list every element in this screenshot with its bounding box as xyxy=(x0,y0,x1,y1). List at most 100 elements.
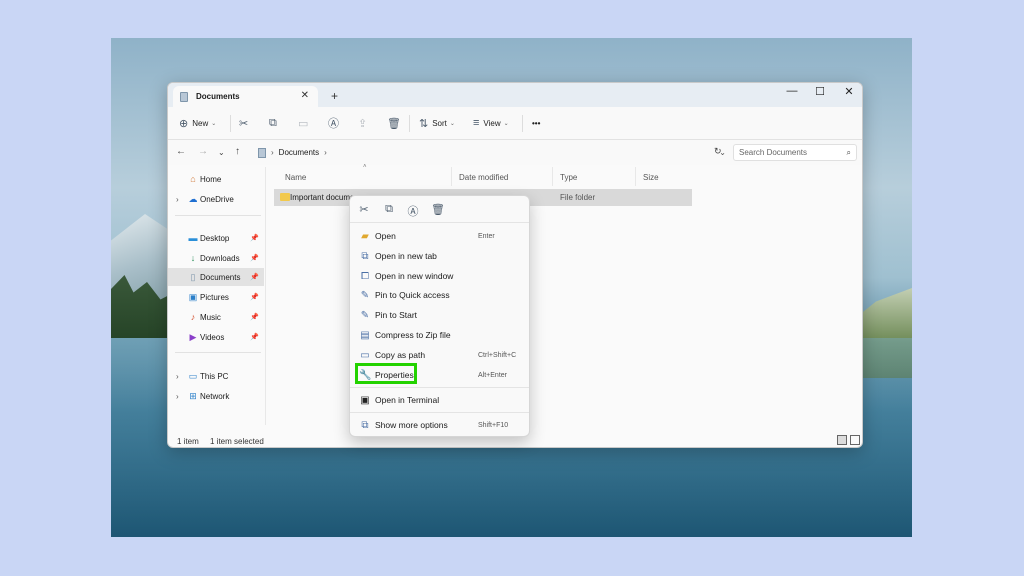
scissors-icon[interactable]: ✂ xyxy=(357,203,371,216)
menu-item-copy-path[interactable]: ▭ Copy as path Ctrl+Shift+C xyxy=(350,346,529,364)
row-name[interactable]: Important docume xyxy=(290,193,354,202)
search-input[interactable] xyxy=(739,148,843,157)
new-label: New xyxy=(192,119,208,128)
menu-divider xyxy=(350,412,529,413)
copy-button[interactable]: ⧉ xyxy=(269,115,277,131)
chevron-right-icon[interactable]: › xyxy=(176,392,179,401)
view-label: View xyxy=(483,119,500,128)
copy-path-icon: ▭ xyxy=(359,350,371,361)
delete-button[interactable]: 🗑 xyxy=(387,115,401,131)
sidebar-item-label: Pictures xyxy=(200,293,229,302)
up-arrow-icon[interactable]: ↑ xyxy=(235,146,240,157)
sidebar-item-music[interactable]: ♪ Music 📌 xyxy=(168,308,264,326)
zip-icon: ▤ xyxy=(359,330,371,341)
sidebar-item-this-pc[interactable]: › ▭ This PC xyxy=(168,367,264,385)
home-icon: ⌂ xyxy=(188,174,198,184)
pin-icon: ✎ xyxy=(359,290,371,301)
menu-item-pin-start[interactable]: ✎ Pin to Start xyxy=(350,306,529,324)
menu-item-pin-quick-access[interactable]: ✎ Pin to Quick access xyxy=(350,286,529,304)
sort-label: Sort xyxy=(432,119,447,128)
command-bar: ⊕ New ⌄ ✂ ⧉ ▭ Ⓐ ⇪ 🗑 ⇅ Sort ⌄ ≡ View ⌄ ••… xyxy=(168,107,862,140)
tiles-view-icon[interactable] xyxy=(850,435,860,445)
back-arrow-icon[interactable]: ← xyxy=(176,146,186,157)
menu-item-compress-zip[interactable]: ▤ Compress to Zip file xyxy=(350,326,529,344)
paste-button[interactable]: ▭ xyxy=(298,115,308,131)
column-header-date[interactable]: Date modified xyxy=(459,173,508,182)
sidebar-item-home[interactable]: ⌂ Home xyxy=(168,170,264,188)
tab-documents[interactable]: Documents ✕ xyxy=(173,86,318,107)
selection-count: 1 item selected xyxy=(210,437,264,446)
column-header-name[interactable]: Name xyxy=(285,173,306,182)
chevron-down-icon: ⌄ xyxy=(211,120,216,127)
maximize-button[interactable]: ☐ xyxy=(813,85,827,98)
search-box[interactable]: ⌕ xyxy=(733,144,857,161)
menu-item-label: Open in new tab xyxy=(375,251,437,261)
music-icon: ♪ xyxy=(188,312,198,322)
terminal-icon: ▣ xyxy=(359,395,371,406)
menu-item-label: Show more options xyxy=(375,420,448,430)
sidebar-item-network[interactable]: › ⊞ Network xyxy=(168,387,264,405)
menu-item-show-more-options[interactable]: ⧉ Show more options Shift+F10 xyxy=(350,416,529,434)
menu-item-open-new-tab[interactable]: ⧉ Open in new tab xyxy=(350,247,529,265)
rename-icon[interactable]: Ⓐ xyxy=(406,203,420,219)
more-options-button[interactable]: ••• xyxy=(532,115,540,131)
folder-icon xyxy=(280,193,290,201)
sidebar-item-documents[interactable]: ▯ Documents 📌 xyxy=(168,268,264,286)
document-icon xyxy=(180,92,188,102)
copy-icon[interactable]: ⧉ xyxy=(382,203,396,216)
forward-arrow-icon[interactable]: → xyxy=(198,146,208,157)
sidebar-item-label: Network xyxy=(200,392,229,401)
chevron-right-icon[interactable]: › xyxy=(176,372,179,381)
sidebar-item-pictures[interactable]: ▣ Pictures 📌 xyxy=(168,288,264,306)
sidebar-item-label: Videos xyxy=(200,333,224,342)
search-icon[interactable]: ⌕ xyxy=(847,148,851,158)
chevron-right-icon[interactable]: › xyxy=(176,195,179,204)
pin-icon: 📌 xyxy=(250,333,259,341)
navigation-pane: ⌂ Home › ☁ OneDrive ▬ Desktop 📌 ↓ Downlo… xyxy=(168,167,266,425)
trash-icon[interactable]: 🗑 xyxy=(431,203,445,216)
minimize-button[interactable]: — xyxy=(785,85,799,97)
address-bar[interactable]: › Documents › ⌄ xyxy=(254,144,718,161)
column-header-size[interactable]: Size xyxy=(643,173,659,182)
menu-item-open[interactable]: ▰ Open Enter xyxy=(350,227,529,245)
view-button[interactable]: ≡ View ⌄ xyxy=(473,115,509,131)
sort-icon: ⇅ xyxy=(419,117,428,130)
sidebar-item-videos[interactable]: ▶ Videos 📌 xyxy=(168,328,264,346)
breadcrumb[interactable]: Documents xyxy=(279,148,319,157)
recent-chevron-icon[interactable]: ⌄ xyxy=(218,148,225,157)
context-menu: ✂ ⧉ Ⓐ 🗑 ▰ Open Enter ⧉ Open in new tab ⧠… xyxy=(349,195,530,437)
download-icon: ↓ xyxy=(188,253,198,263)
rename-button[interactable]: Ⓐ xyxy=(328,115,339,131)
menu-item-label: Pin to Start xyxy=(375,310,417,320)
toolbar-divider xyxy=(522,115,523,132)
sidebar-item-downloads[interactable]: ↓ Downloads 📌 xyxy=(168,249,264,267)
new-tab-button[interactable]: + xyxy=(331,89,338,103)
trash-icon: 🗑 xyxy=(387,117,401,130)
column-divider xyxy=(635,167,636,186)
pin-icon: 📌 xyxy=(250,273,259,281)
menu-item-label: Compress to Zip file xyxy=(375,330,451,340)
refresh-icon[interactable]: ↻ xyxy=(714,146,722,157)
new-tab-icon: ⧉ xyxy=(359,251,371,262)
close-tab-icon[interactable]: ✕ xyxy=(301,90,309,101)
document-icon xyxy=(258,148,266,158)
sidebar-item-desktop[interactable]: ▬ Desktop 📌 xyxy=(168,229,264,247)
menu-shortcut: Shift+F10 xyxy=(478,422,508,429)
pin-icon: 📌 xyxy=(250,254,259,262)
menu-item-open-new-window[interactable]: ⧠ Open in new window xyxy=(350,267,529,285)
breadcrumb-chevron-icon: › xyxy=(324,148,327,157)
new-button[interactable]: ⊕ New ⌄ xyxy=(179,115,216,131)
sidebar-item-onedrive[interactable]: › ☁ OneDrive xyxy=(168,190,264,208)
properties-highlight-box xyxy=(355,363,417,384)
details-view-icon[interactable] xyxy=(837,435,847,445)
share-button[interactable]: ⇪ xyxy=(358,115,367,131)
menu-item-open-terminal[interactable]: ▣ Open in Terminal xyxy=(350,391,529,409)
cut-button[interactable]: ✂ xyxy=(239,115,248,131)
share-icon: ⇪ xyxy=(358,117,367,130)
sort-button[interactable]: ⇅ Sort ⌄ xyxy=(419,115,455,131)
menu-shortcut: Enter xyxy=(478,233,495,240)
close-window-button[interactable]: ✕ xyxy=(842,85,856,98)
column-header-type[interactable]: Type xyxy=(560,173,577,182)
copy-icon: ⧉ xyxy=(269,117,277,130)
tab-title: Documents xyxy=(196,92,240,101)
